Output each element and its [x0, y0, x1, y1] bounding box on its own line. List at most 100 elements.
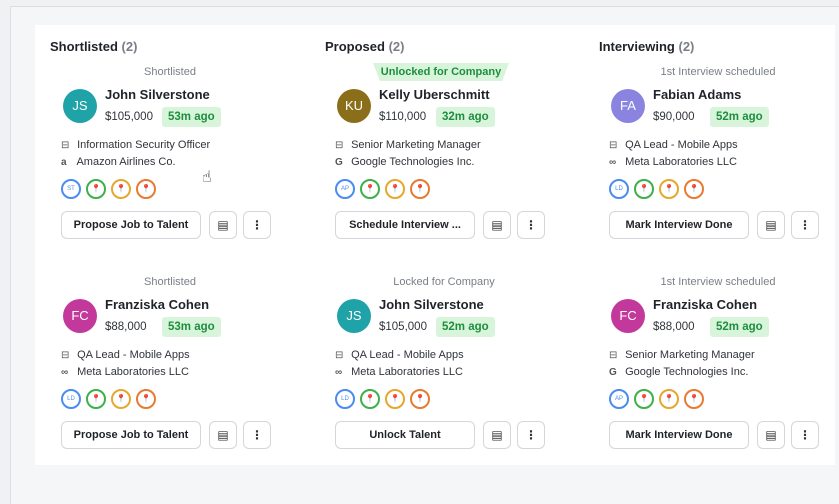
job-title: ⊟ Senior Marketing Manager	[609, 349, 755, 361]
card-action-button[interactable]: Mark Interview Done	[609, 211, 749, 239]
time-ago-badge: 32m ago	[436, 107, 495, 127]
company-name: G Google Technologies Inc.	[609, 366, 749, 378]
recruiter-avatar-icon[interactable]: LD	[335, 389, 355, 409]
location-pin-icon[interactable]: 📍	[111, 179, 131, 199]
briefcase-icon: ⊟	[61, 350, 70, 361]
more-vertical-icon[interactable]: ⋮	[517, 211, 545, 239]
card-action-button[interactable]: Propose Job to Talent	[61, 211, 201, 239]
skill-chips: LD 📍 📍 📍	[609, 179, 704, 199]
talent-name[interactable]: Franziska Cohen	[105, 297, 209, 312]
location-pin-icon[interactable]: 📍	[634, 389, 654, 409]
talent-card[interactable]: Locked for Company JS John Silverstone $…	[335, 273, 575, 473]
location-pin-icon[interactable]: 📍	[86, 179, 106, 199]
notes-icon[interactable]: ▤	[209, 211, 237, 239]
card-status: 1st Interview scheduled	[660, 276, 776, 288]
time-ago-badge: 53m ago	[162, 317, 221, 337]
recruiter-avatar-icon[interactable]: AP	[335, 179, 355, 199]
notes-icon[interactable]: ▤	[757, 421, 785, 449]
salary: $88,000	[653, 321, 695, 333]
company-logo-icon: ∞	[609, 157, 617, 168]
more-vertical-icon[interactable]: ⋮	[243, 211, 271, 239]
window-frame: Shortlisted (2) Proposed (2) Interviewin…	[10, 6, 839, 504]
recruiter-avatar-icon[interactable]: LD	[61, 389, 81, 409]
recruiter-avatar-icon[interactable]: AP	[609, 389, 629, 409]
salary: $105,000	[379, 321, 427, 333]
card-status: 1st Interview scheduled	[660, 66, 776, 78]
talent-card[interactable]: Unlocked for Company KU Kelly Uberschmit…	[335, 63, 575, 263]
location-pin-icon[interactable]: 📍	[385, 389, 405, 409]
location-pin-icon[interactable]: 📍	[410, 179, 430, 199]
briefcase-icon: ⊟	[609, 140, 618, 151]
talent-card[interactable]: 1st Interview scheduled FC Franziska Coh…	[609, 273, 839, 473]
card-status: Shortlisted	[144, 276, 196, 288]
location-pin-icon[interactable]: 📍	[136, 389, 156, 409]
job-title: ⊟ QA Lead - Mobile Apps	[61, 349, 190, 361]
talent-name[interactable]: Fabian Adams	[653, 87, 741, 102]
location-pin-icon[interactable]: 📍	[634, 179, 654, 199]
talent-card[interactable]: Shortlisted FC Franziska Cohen $88,000 5…	[61, 273, 301, 473]
location-pin-icon[interactable]: 📍	[111, 389, 131, 409]
avatar: FC	[63, 299, 97, 333]
recruiter-avatar-icon[interactable]: LD	[609, 179, 629, 199]
avatar: FC	[611, 299, 645, 333]
job-title: ⊟ QA Lead - Mobile Apps	[335, 349, 464, 361]
location-pin-icon[interactable]: 📍	[684, 179, 704, 199]
job-title: ⊟ Information Security Officer	[61, 139, 211, 151]
location-pin-icon[interactable]: 📍	[684, 389, 704, 409]
recruiter-avatar-icon[interactable]: ST	[61, 179, 81, 199]
time-ago-badge: 52m ago	[436, 317, 495, 337]
notes-icon[interactable]: ▤	[757, 211, 785, 239]
card-status: Locked for Company	[393, 276, 495, 288]
location-pin-icon[interactable]: 📍	[86, 389, 106, 409]
talent-card[interactable]: 1st Interview scheduled FA Fabian Adams …	[609, 63, 839, 263]
location-pin-icon[interactable]: 📍	[385, 179, 405, 199]
card-action-button[interactable]: Mark Interview Done	[609, 421, 749, 449]
more-vertical-icon[interactable]: ⋮	[517, 421, 545, 449]
company-logo-icon: a	[61, 157, 67, 168]
location-pin-icon[interactable]: 📍	[659, 179, 679, 199]
talent-name[interactable]: Kelly Uberschmitt	[379, 87, 490, 102]
company-name: a Amazon Airlines Co.	[61, 156, 176, 168]
avatar: JS	[63, 89, 97, 123]
avatar: FA	[611, 89, 645, 123]
hand-cursor-icon: ☝	[202, 169, 212, 186]
more-vertical-icon[interactable]: ⋮	[243, 421, 271, 449]
location-pin-icon[interactable]: 📍	[410, 389, 430, 409]
column-header-interviewing: Interviewing (2)	[599, 39, 695, 54]
notes-icon[interactable]: ▤	[483, 421, 511, 449]
job-title: ⊟ QA Lead - Mobile Apps	[609, 139, 738, 151]
location-pin-icon[interactable]: 📍	[360, 389, 380, 409]
salary: $88,000	[105, 321, 147, 333]
more-vertical-icon[interactable]: ⋮	[791, 211, 819, 239]
skill-chips: AP 📍 📍 📍	[335, 179, 430, 199]
company-name: ∞ Meta Laboratories LLC	[335, 366, 463, 378]
location-pin-icon[interactable]: 📍	[136, 179, 156, 199]
location-pin-icon[interactable]: 📍	[659, 389, 679, 409]
salary: $110,000	[379, 111, 427, 123]
skill-chips: AP 📍 📍 📍	[609, 389, 704, 409]
time-ago-badge: 53m ago	[162, 107, 221, 127]
card-action-button[interactable]: Schedule Interview ...	[335, 211, 475, 239]
talent-name[interactable]: John Silverstone	[105, 87, 210, 102]
skill-chips: ST 📍 📍 📍	[61, 179, 156, 199]
notes-icon[interactable]: ▤	[209, 421, 237, 449]
avatar: JS	[337, 299, 371, 333]
avatar: KU	[337, 89, 371, 123]
pipeline-board: Shortlisted (2) Proposed (2) Interviewin…	[35, 25, 835, 465]
skill-chips: LD 📍 📍 📍	[335, 389, 430, 409]
more-vertical-icon[interactable]: ⋮	[791, 421, 819, 449]
salary: $90,000	[653, 111, 695, 123]
company-logo-icon: ∞	[61, 367, 69, 378]
card-action-button[interactable]: Unlock Talent	[335, 421, 475, 449]
notes-icon[interactable]: ▤	[483, 211, 511, 239]
location-pin-icon[interactable]: 📍	[360, 179, 380, 199]
talent-card[interactable]: Shortlisted JS John Silverstone $105,000…	[61, 63, 301, 263]
briefcase-icon: ⊟	[335, 140, 344, 151]
column-header-shortlisted: Shortlisted (2)	[50, 39, 138, 54]
company-logo-icon: G	[609, 367, 617, 378]
talent-name[interactable]: John Silverstone	[379, 297, 484, 312]
talent-name[interactable]: Franziska Cohen	[653, 297, 757, 312]
company-logo-icon: ∞	[335, 367, 343, 378]
card-status: Shortlisted	[144, 66, 196, 78]
card-action-button[interactable]: Propose Job to Talent	[61, 421, 201, 449]
